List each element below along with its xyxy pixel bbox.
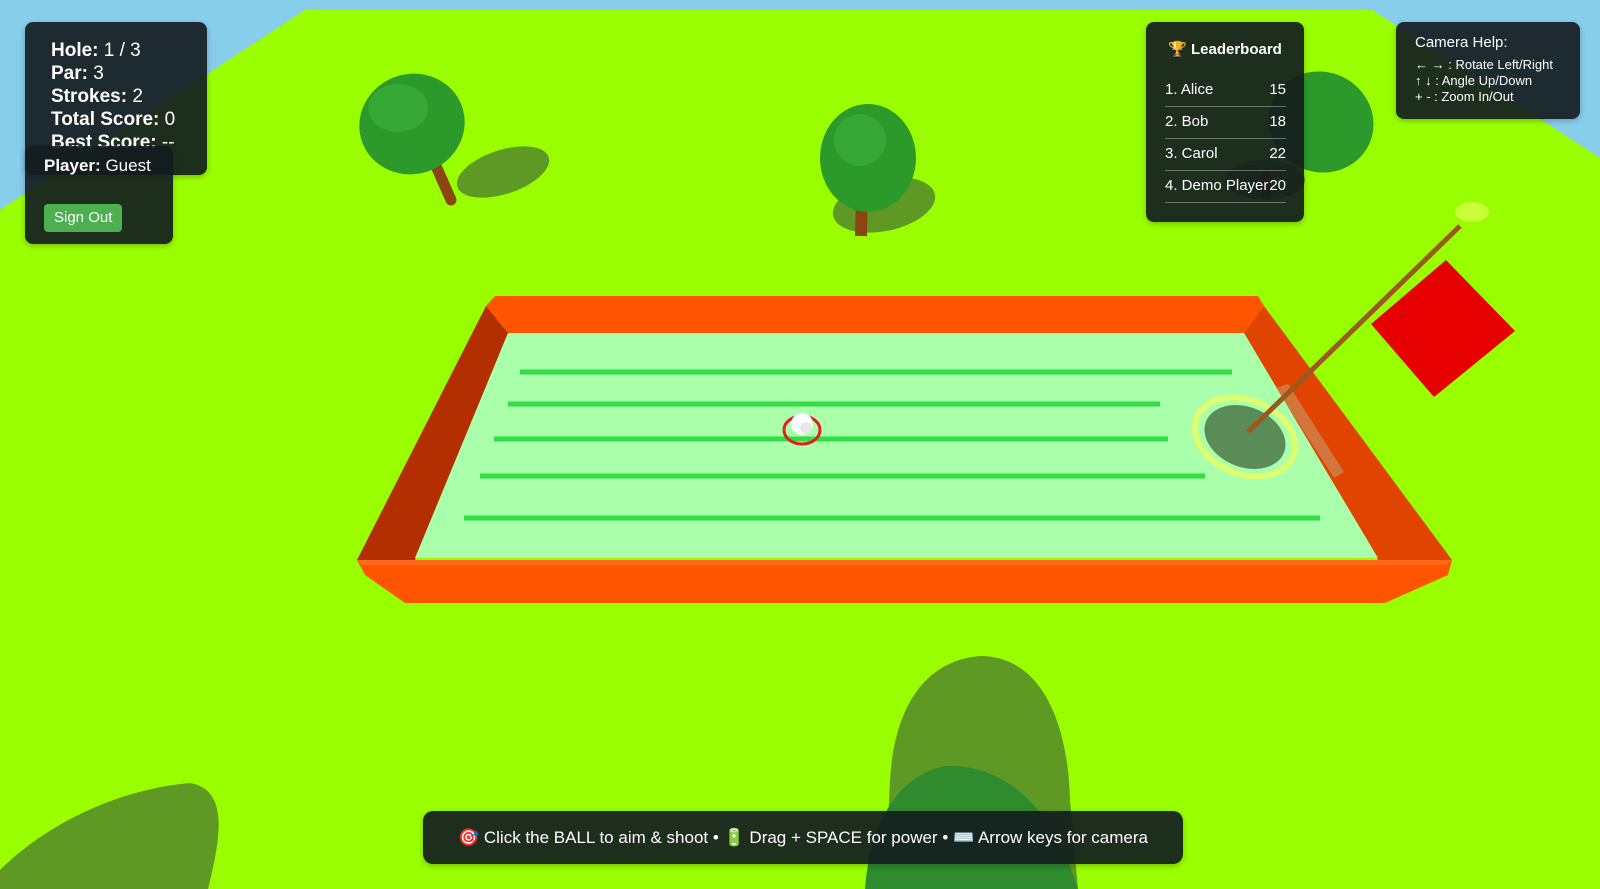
player-name: Guest [105, 156, 151, 175]
tree-canopy-highlight [368, 84, 428, 132]
leaderboard-name: 1. Alice [1165, 81, 1214, 98]
camera-help-line: ← → : Rotate Left/Right [1415, 57, 1554, 72]
instructions-bar: 🎯 Click the BALL to aim & shoot • 🔋 Drag… [423, 811, 1183, 864]
hole-label: Hole: [51, 40, 99, 61]
hole-stat: Hole: 1 / 3 [51, 40, 141, 62]
par-stat: Par: 3 [51, 63, 104, 85]
strokes-label: Strokes: [51, 86, 128, 107]
leaderboard-entry: 1. Alice 15 [1165, 74, 1286, 107]
sign-out-button[interactable]: Sign Out [44, 204, 123, 232]
camera-help-title: Camera Help: [1415, 34, 1508, 51]
leaderboard-score: 20 [1269, 177, 1286, 194]
camera-help-line: ↑ ↓ : Angle Up/Down [1415, 73, 1533, 88]
leaderboard-entry: 3. Carol 22 [1165, 138, 1286, 171]
leaderboard-score: 22 [1269, 145, 1286, 162]
leaderboard-entry: 2. Bob 18 [1165, 106, 1286, 139]
instructions-text: 🎯 Click the BALL to aim & shoot • 🔋 Drag… [457, 828, 1148, 847]
course-wall-front-top [357, 560, 1452, 565]
leaderboard-score: 15 [1269, 81, 1286, 98]
leaderboard-entry: 4. Demo Player 20 [1165, 170, 1286, 203]
leaderboard-name: 4. Demo Player [1165, 177, 1269, 194]
course-wall-back [486, 296, 1264, 333]
total-score-value: 0 [164, 109, 176, 130]
total-score-stat: Total Score: 0 [51, 109, 175, 131]
leaderboard-title: 🏆 Leaderboard [1168, 41, 1282, 58]
flag-pole-tip [1455, 202, 1489, 222]
camera-help-line: + - : Zoom In/Out [1415, 89, 1514, 104]
hole-value: 1 / 3 [103, 40, 141, 61]
game-scene[interactable] [0, 0, 1600, 889]
strokes-stat: Strokes: 2 [51, 86, 143, 108]
player-panel: Player: Guest Sign Out [25, 146, 173, 244]
par-label: Par: [51, 63, 88, 84]
leaderboard-panel: 🏆 Leaderboard 1. Alice 15 2. Bob 18 3. Car… [1146, 22, 1304, 222]
strokes-value: 2 [132, 86, 143, 107]
sky-top [0, 0, 1600, 10]
leaderboard-name: 2. Bob [1165, 113, 1209, 130]
leaderboard-score: 18 [1269, 113, 1286, 130]
leaderboard-name: 3. Carol [1165, 145, 1218, 162]
total-score-label: Total Score: [51, 109, 160, 130]
player-info: Player: Guest [44, 156, 151, 176]
golf-ball-shade [800, 422, 812, 434]
tree-canopy-highlight [834, 114, 886, 166]
camera-help-panel: Camera Help: ← → : Rotate Left/Right ↑ ↓… [1396, 22, 1580, 119]
player-label: Player: [44, 156, 101, 175]
course-wall-front [357, 560, 1452, 603]
par-value: 3 [93, 63, 104, 84]
